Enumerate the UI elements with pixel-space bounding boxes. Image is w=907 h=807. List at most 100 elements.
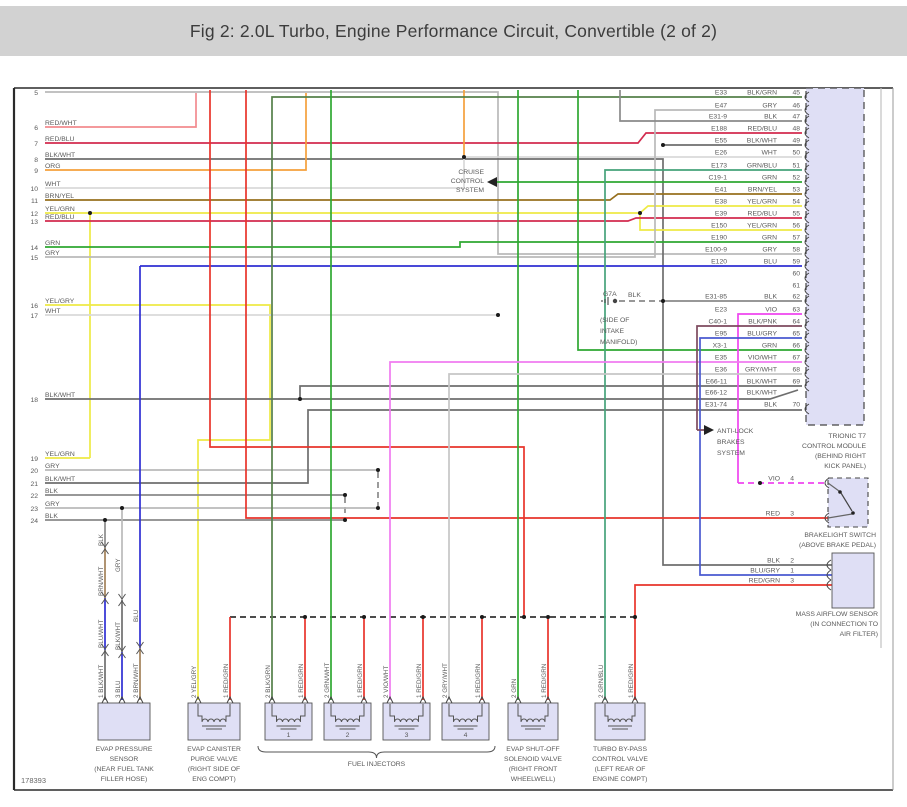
left-pin-number: 22 <box>30 493 38 500</box>
diagram-id-number: 178393 <box>21 776 47 785</box>
abs-label: BRAKES <box>717 439 745 446</box>
module-pin-number: 45 <box>792 90 800 97</box>
wiring-diagram-page: { "title": "Fig 2: 2.0L Turbo, Engine Pe… <box>0 0 907 807</box>
left-wire-color-label: BLK/WHT <box>45 476 75 483</box>
left-wire-color-label: YEL/GRN <box>45 206 75 213</box>
turbo-by-pass-control-valve-caption: CONTROL VALVE <box>592 756 648 763</box>
junction-dot <box>343 518 347 522</box>
cruise-arrow-icon <box>487 177 497 187</box>
left-pin-number: 5 <box>34 90 38 97</box>
injector-group-brace <box>257 745 496 759</box>
module-pin-number: 49 <box>792 138 800 145</box>
terminal-id: E26 <box>715 150 727 157</box>
module-pin-number: 58 <box>792 247 800 254</box>
wire-color-label: BLU/GRY <box>747 331 777 338</box>
terminal-id: E31-9 <box>709 114 727 121</box>
module-pin-number: 50 <box>792 150 800 157</box>
component-pin-number: 2 <box>790 558 794 565</box>
wire <box>45 241 802 248</box>
module-pin-number: 67 <box>792 355 800 362</box>
terminal-id: E150 <box>711 223 727 230</box>
module-caption: KICK PANEL) <box>824 463 866 470</box>
terminal-id: C19-1 <box>708 175 727 182</box>
left-pin-number: 19 <box>30 456 38 463</box>
injector-number: 1 <box>287 732 291 739</box>
terminal-id: E31-85 <box>705 294 727 301</box>
brakelight-switch-box <box>827 477 869 528</box>
wire <box>634 584 832 700</box>
junction-dot <box>376 468 380 472</box>
junction-dot <box>522 615 526 619</box>
left-wire-color-label: WHT <box>45 181 60 188</box>
terminal-id: E55 <box>715 138 727 145</box>
module-pin-number: 64 <box>792 319 800 326</box>
vertical-wire-color-label: 2 GRY/WHT <box>442 663 449 698</box>
junction-dot <box>421 615 425 619</box>
module-pin-number: 66 <box>792 343 800 350</box>
wire-color-label: WHT <box>762 150 777 157</box>
junction-dot <box>462 155 466 159</box>
left-wire-color-label: BLK/WHT <box>45 152 75 159</box>
terminal-id: C40-1 <box>708 319 727 326</box>
vertical-wire-color-label: 1 RED/GRN <box>475 663 482 698</box>
module-pin-number: 70 <box>792 402 800 409</box>
wire-color-label: BLK <box>764 294 777 301</box>
junction-dot <box>343 493 347 497</box>
ground-id-label: G7A <box>603 291 617 298</box>
left-pin-number: 9 <box>34 168 38 175</box>
module-pin-number: 51 <box>792 163 800 170</box>
maf-caption: AIR FILTER) <box>840 631 878 638</box>
left-wire-color-label: BRN/YEL <box>45 193 74 200</box>
module-pin-number: 69 <box>792 379 800 386</box>
junction-dot <box>120 506 124 510</box>
vertical-wire-color-label: 1 RED/GRN <box>357 663 364 698</box>
wire <box>45 156 802 189</box>
module-pin-number: 54 <box>792 199 800 206</box>
injector-group-label: FUEL INJECTORS <box>348 761 406 768</box>
brakelight-caption: (ABOVE BRAKE PEDAL) <box>799 542 876 549</box>
component-pin-number: 4 <box>790 476 794 483</box>
terminal-id: E33 <box>715 90 727 97</box>
abs-label: SYSTEM <box>717 450 745 457</box>
terminal-id: E35 <box>715 355 727 362</box>
left-pin-number: 14 <box>30 245 38 252</box>
wire-color-label: BLU <box>764 259 777 266</box>
wire-color-label: BLK/WHT <box>747 379 777 386</box>
wire <box>448 373 802 700</box>
left-pin-number: 18 <box>30 397 38 404</box>
vertical-wire-color-label: 1 RED/GRN <box>416 663 423 698</box>
left-wire-color-label: RED/BLU <box>45 214 75 221</box>
left-wire-color-label: BLK/WHT <box>45 392 75 399</box>
left-pin-number: 7 <box>34 141 38 148</box>
wire-color-label: YEL/GRN <box>747 223 777 230</box>
module-caption: (BEHIND RIGHT <box>815 453 866 460</box>
left-pin-number: 23 <box>30 506 38 513</box>
module-pin-number: 57 <box>792 235 800 242</box>
wire-color-label: RED/BLU <box>748 126 778 133</box>
switch-contact <box>851 511 855 515</box>
left-wire-color-label: RED/BLU <box>45 136 75 143</box>
component-pin-number: 3 <box>790 511 794 518</box>
left-pin-number: 17 <box>30 313 38 320</box>
terminal-id: E188 <box>711 126 727 133</box>
ground-location-label: INTAKE <box>600 328 625 335</box>
junction-dot <box>480 615 484 619</box>
injector-number: 3 <box>405 732 409 739</box>
left-pin-number: 16 <box>30 303 38 310</box>
wire-color-label: YEL/GRN <box>747 199 777 206</box>
junction-dot <box>546 615 550 619</box>
vertical-wire-color-label: 2 GRN/BLU <box>598 664 605 698</box>
turbo-by-pass-control-valve-caption: TURBO BY-PASS <box>593 746 647 753</box>
left-pin-number: 20 <box>30 468 38 475</box>
wire-color-label: BLK/WHT <box>747 138 777 145</box>
vertical-wire-color-label: BLK <box>98 533 105 546</box>
terminal-id: E66-12 <box>705 390 727 397</box>
wire <box>45 132 802 144</box>
vertical-wire-color-label: BLU <box>133 609 140 622</box>
turbo-by-pass-control-valve-caption: (LEFT REAR OF <box>595 766 646 773</box>
evap-pressure-sensor-caption: FILLER HOSE) <box>101 776 147 783</box>
terminal-id: E120 <box>711 259 727 266</box>
component-pin-number: 1 <box>790 568 794 575</box>
wire <box>45 385 802 400</box>
vertical-wire-color-label: BLK/WHT <box>115 622 122 650</box>
